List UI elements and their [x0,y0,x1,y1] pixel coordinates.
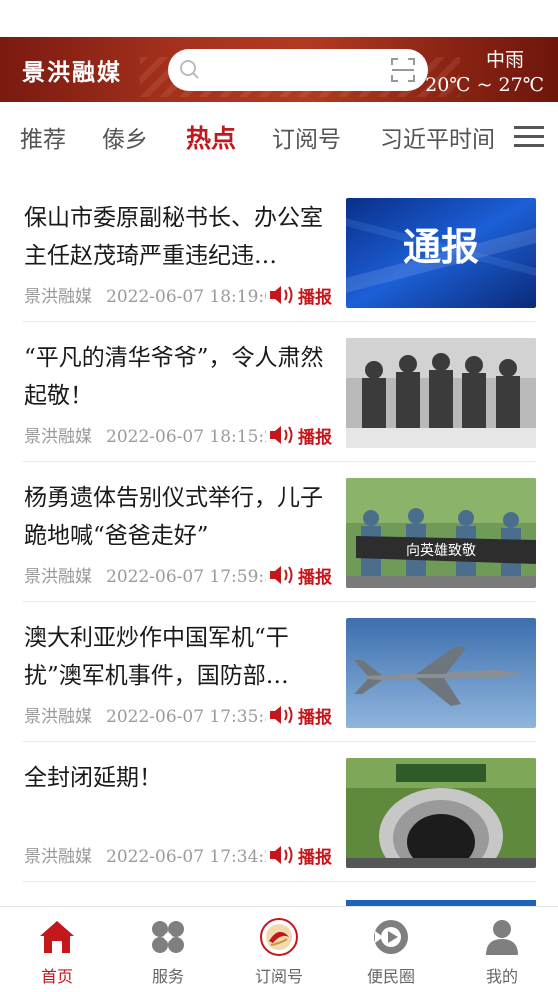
weather-widget[interactable]: 中雨 20℃ ~ 27℃ [425,45,544,96]
news-title[interactable]: 澳大利亚炒作中国军机“干扰”澳军机事件，国防部… [24,619,330,697]
nav-home[interactable]: 首页 [12,917,102,987]
app-header: 景洪融媒 中雨 20℃ ~ 27℃ [0,37,558,102]
news-title[interactable]: 杨勇遗体告别仪式举行，儿子跪地喊“爸爸走好” [24,479,330,557]
news-thumbnail[interactable] [346,338,536,448]
speaker-icon [270,286,293,304]
news-thumbnail[interactable] [346,758,536,868]
tab-daixiang[interactable]: 傣乡 [102,120,148,154]
bottom-navigation: 首页 服务 订阅号 便民圈 我的 [0,906,558,992]
broadcast-label: 播报 [298,287,332,308]
broadcast-button[interactable]: 播报 [266,843,332,868]
scan-icon[interactable] [390,57,416,83]
news-item[interactable]: 澳大利亚炒作中国军机“干扰”澳军机事件，国防部… 景洪融媒 2022-06-07 … [22,602,536,742]
tab-hot[interactable]: 热点 [186,119,236,155]
broadcast-button[interactable]: 播报 [266,283,332,308]
news-title[interactable]: “平凡的清华爷爷”，令人肃然起敬！ [24,339,330,417]
channel-tabs: 推荐 傣乡 热点 订阅号 习近平时间 [0,102,558,168]
thumbnail-text: 向英雄致敬 [406,542,476,559]
memorial-crowd-image: 向英雄致敬 [346,478,536,588]
tunnel-image [346,758,536,868]
app-logo-text: 景洪融媒 [22,60,122,86]
nav-services[interactable]: 服务 [123,917,213,987]
news-source: 景洪融媒 [24,567,92,587]
news-thumbnail[interactable] [346,618,536,728]
menu-icon[interactable] [514,124,544,150]
status-bar [0,0,558,37]
search-icon [180,60,199,79]
nav-label: 订阅号 [254,967,303,986]
broadcast-button[interactable]: 播报 [266,563,332,588]
speaker-icon [270,566,293,584]
search-input[interactable] [168,49,428,91]
news-source: 景洪融媒 [24,287,92,307]
news-source: 景洪融媒 [24,847,92,867]
tab-xi-time[interactable]: 习近平时间 [380,120,495,154]
tab-subscription[interactable]: 订阅号 [272,120,341,154]
news-item[interactable]: 全封闭延期！ 景洪融媒 2022-06-07 17:34:21 播报 [22,742,536,882]
news-thumbnail[interactable]: 通报 [346,198,536,308]
weather-temperature: 20℃ ~ 27℃ [425,74,544,96]
nav-label: 首页 [40,967,73,986]
news-source: 景洪融媒 [24,707,92,727]
news-thumbnail[interactable]: 向英雄致敬 [346,478,536,588]
services-icon [152,921,184,953]
news-time: 2022-06-07 17:34:21 [106,847,286,867]
broadcast-label: 播报 [298,707,332,728]
weather-condition: 中雨 [485,49,524,71]
news-time: 2022-06-07 18:19:05 [106,287,286,307]
news-title[interactable]: 全封闭延期！ [24,759,330,837]
broadcast-label: 播报 [298,847,332,868]
thumbnail-text: 通报 [403,225,479,269]
nav-label: 我的 [485,967,518,986]
announcement-image: 通报 [346,198,536,308]
news-title[interactable]: 保山市委原副秘书长、办公室主任赵茂琦严重违纪违… [24,199,330,277]
subscription-icon [260,918,298,956]
speaker-icon [270,706,293,724]
news-item[interactable]: “平凡的清华爷爷”，令人肃然起敬！ 景洪融媒 2022-06-07 18:15:2… [22,322,536,462]
nav-profile[interactable]: 我的 [457,917,547,987]
fighter-jet-image [346,618,536,728]
nav-label: 服务 [151,967,184,986]
broadcast-label: 播报 [298,567,332,588]
speaker-icon [270,846,293,864]
nav-subscription[interactable]: 订阅号 [234,917,324,987]
news-list: 保山市委原副秘书长、办公室主任赵茂琦严重违纪违… 景洪融媒 2022-06-07 … [0,182,558,882]
news-time: 2022-06-07 17:59:54 [106,567,286,587]
broadcast-label: 播报 [298,427,332,448]
news-item[interactable]: 杨勇遗体告别仪式举行，儿子跪地喊“爸爸走好” 景洪融媒 2022-06-07 17… [22,462,536,602]
nav-community[interactable]: 便民圈 [346,917,436,987]
speaker-icon [270,426,293,444]
group-photo-image [346,338,536,448]
profile-icon [486,920,518,955]
news-source: 景洪融媒 [24,427,92,447]
news-time: 2022-06-07 17:35:50 [106,707,286,727]
community-icon [374,920,408,954]
tab-recommend[interactable]: 推荐 [20,120,66,154]
broadcast-button[interactable]: 播报 [266,423,332,448]
broadcast-button[interactable]: 播报 [266,703,332,728]
news-time: 2022-06-07 18:15:22 [106,427,286,447]
news-item[interactable]: 保山市委原副秘书长、办公室主任赵茂琦严重违纪违… 景洪融媒 2022-06-07 … [22,182,536,322]
home-icon [40,921,74,953]
nav-label: 便民圈 [366,967,415,986]
